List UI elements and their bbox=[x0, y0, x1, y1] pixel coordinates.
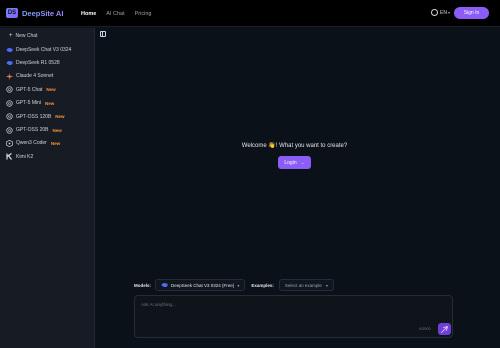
kimi-icon bbox=[6, 153, 13, 161]
sign-in-button[interactable]: Sign In bbox=[454, 7, 489, 19]
language-label: EN bbox=[440, 9, 447, 16]
nav-pricing[interactable]: Pricing bbox=[135, 11, 152, 17]
login-button[interactable]: Login → bbox=[278, 156, 311, 169]
openai-icon bbox=[6, 113, 13, 120]
deepseek-whale-icon bbox=[6, 60, 13, 67]
examples-label: Examples: bbox=[251, 282, 274, 288]
chevron-down-icon: ▾ bbox=[237, 282, 240, 288]
new-badge: New bbox=[46, 87, 56, 93]
model-select-value: DeepSeek Chat V3 0324 (Free) bbox=[171, 282, 235, 288]
send-icon bbox=[441, 325, 448, 333]
openai-icon bbox=[6, 86, 13, 93]
top-header: DS DeepSite AI Home AI Chat Pricing EN ▾… bbox=[0, 0, 500, 27]
prompt-composer: 0/2500 bbox=[134, 295, 453, 338]
new-badge: New bbox=[52, 127, 62, 133]
sidebar-item-claude-4-sonnet[interactable]: Claude 4 Sonnet bbox=[6, 70, 92, 83]
arrow-right-icon: → bbox=[299, 159, 305, 166]
openai-icon bbox=[6, 126, 13, 134]
new-chat-label: New Chat bbox=[15, 33, 38, 39]
sidebar-item-label: DeepSeek R1 0528 bbox=[16, 60, 60, 67]
chevron-down-icon: ▾ bbox=[325, 282, 328, 288]
sidebar-item-label: Qwen3 Coder bbox=[16, 140, 47, 147]
globe-icon bbox=[431, 9, 438, 16]
sidebar-item-qwen3-coder[interactable]: Qwen3 Coder New bbox=[6, 137, 92, 150]
model-select[interactable]: DeepSeek Chat V3 0324 (Free) ▾ bbox=[155, 279, 246, 291]
deepseek-whale-icon bbox=[161, 282, 168, 288]
sidebar-item-label: GPT-OSS 20B bbox=[16, 127, 49, 134]
app-title: DeepSite AI bbox=[22, 8, 64, 18]
sidebar-item-label: Kimi K2 bbox=[16, 153, 34, 160]
new-badge: New bbox=[45, 100, 55, 106]
sidebar-item-gpt-oss-20b[interactable]: GPT-OSS 20B New bbox=[6, 123, 92, 136]
language-selector[interactable]: EN ▾ bbox=[431, 9, 450, 16]
new-chat-button[interactable]: + New Chat bbox=[9, 33, 37, 39]
prompt-input[interactable] bbox=[141, 302, 441, 322]
model-list: DeepSeek Chat V3 0324 DeepSeek R1 0528 C… bbox=[6, 43, 92, 164]
model-options-row: Models: DeepSeek Chat V3 0324 (Free) ▾ E… bbox=[134, 279, 334, 291]
chevron-down-icon: ▾ bbox=[447, 10, 450, 15]
qwen-icon bbox=[6, 139, 13, 147]
logo[interactable]: DS DeepSite AI bbox=[6, 8, 63, 18]
sidebar-item-label: GPT-OSS 120B bbox=[16, 113, 52, 120]
claude-star-icon bbox=[6, 72, 13, 80]
sidebar-item-gpt-oss-120b[interactable]: GPT-OSS 120B New bbox=[6, 110, 92, 123]
sidebar-toggle-icon[interactable] bbox=[100, 31, 106, 37]
examples-select-value: Select an example bbox=[284, 282, 322, 288]
plus-icon: + bbox=[9, 33, 13, 39]
logo-mark-icon: DS bbox=[6, 8, 18, 18]
examples-select[interactable]: Select an example ▾ bbox=[278, 279, 334, 291]
sidebar-item-deepseek-r1[interactable]: DeepSeek R1 0528 bbox=[6, 56, 92, 69]
nav-ai-chat[interactable]: AI Chat bbox=[106, 11, 124, 17]
sidebar-item-gpt-5-mini[interactable]: GPT-5 Mini New bbox=[6, 97, 92, 110]
char-counter: 0/2500 bbox=[419, 327, 431, 331]
send-button[interactable] bbox=[438, 323, 451, 335]
sidebar-item-deepseek-chat-v3[interactable]: DeepSeek Chat V3 0324 bbox=[6, 43, 92, 56]
new-badge: New bbox=[50, 140, 61, 146]
welcome-message: Welcome 👋! What you want to create? bbox=[241, 143, 348, 149]
sidebar-item-kimi-k2[interactable]: Kimi K2 bbox=[6, 150, 92, 163]
sidebar-item-label: Claude 4 Sonnet bbox=[16, 73, 54, 80]
sidebar-item-label: DeepSeek Chat V3 0324 bbox=[16, 46, 72, 53]
login-label: Login bbox=[284, 159, 297, 166]
models-label: Models: bbox=[134, 282, 152, 288]
sidebar: + New Chat DeepSeek Chat V3 0324 DeepSee… bbox=[0, 28, 95, 348]
deepseek-whale-icon bbox=[6, 46, 13, 53]
sidebar-item-label: GPT-5 Mini bbox=[16, 100, 42, 107]
main-nav: Home AI Chat Pricing bbox=[81, 0, 161, 27]
nav-home[interactable]: Home bbox=[81, 11, 96, 17]
sidebar-item-gpt-5-chat[interactable]: GPT-5 Chat New bbox=[6, 83, 92, 96]
openai-icon bbox=[6, 100, 13, 107]
new-badge: New bbox=[55, 114, 65, 120]
sidebar-item-label: GPT-5 Chat bbox=[16, 86, 43, 93]
